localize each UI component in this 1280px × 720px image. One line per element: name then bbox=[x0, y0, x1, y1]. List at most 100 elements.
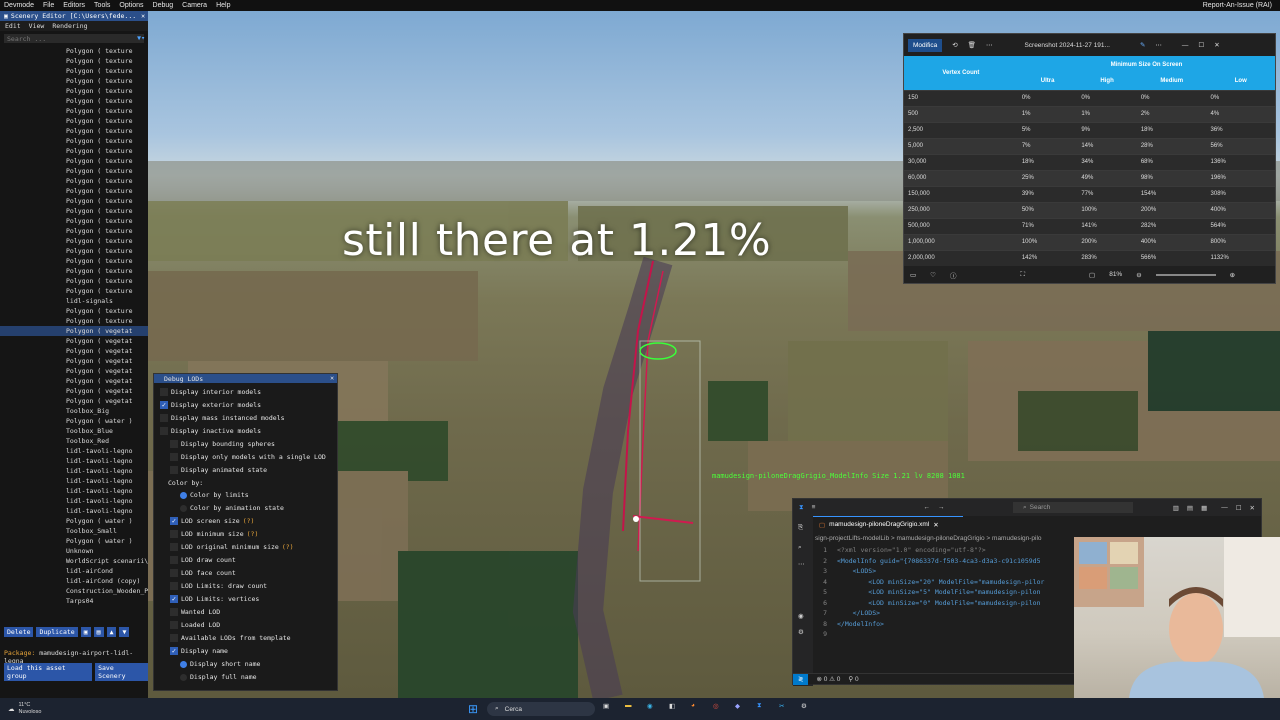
editor-tab[interactable]: ▢ mamudesign-piloneDragGrigio.xml ✕ bbox=[813, 516, 963, 532]
taskbar-search[interactable]: ⌕ Cerca bbox=[487, 702, 595, 716]
list-item[interactable]: Polygon ( texture bbox=[0, 156, 148, 166]
list-item[interactable]: Polygon ( texture bbox=[0, 176, 148, 186]
list-item[interactable]: lidl-tavoli-legno bbox=[0, 496, 148, 506]
checkbox[interactable] bbox=[170, 466, 178, 474]
vscode-search-input[interactable]: ⌕ Search bbox=[1013, 502, 1133, 513]
snip-icon[interactable]: ✂ bbox=[779, 702, 784, 710]
list-item[interactable]: Toolbox_Red bbox=[0, 436, 148, 446]
list-item[interactable]: Polygon ( water ) bbox=[0, 536, 148, 546]
list-item[interactable]: lidl-tavoli-legno bbox=[0, 456, 148, 466]
list-item[interactable]: lidl-airCond (copy) bbox=[0, 576, 148, 586]
list-item[interactable]: Toolbox_Small bbox=[0, 526, 148, 536]
devbar-item-devmode[interactable]: Devmode bbox=[4, 2, 34, 9]
list-item[interactable]: Polygon ( texture bbox=[0, 216, 148, 226]
list-item[interactable]: Polygon ( texture bbox=[0, 236, 148, 246]
debug-option[interactable]: Available LODs from template bbox=[170, 634, 291, 642]
debug-option[interactable]: Display short name bbox=[180, 660, 260, 668]
hamburger-menu-icon[interactable]: ≡ bbox=[812, 504, 816, 511]
code-line[interactable]: 7 </LODS> bbox=[815, 609, 1044, 620]
edge-icon[interactable]: ◉ bbox=[647, 702, 653, 710]
code-line[interactable]: 2 <ModelInfo guid="{7086337d-f503-4ca3-d3… bbox=[815, 557, 1044, 568]
list-item[interactable]: WorldScript scenarii\ bbox=[0, 556, 148, 566]
list-item[interactable]: Polygon ( texture bbox=[0, 266, 148, 276]
duplicate-button[interactable]: Duplicate bbox=[36, 627, 78, 637]
checkbox[interactable] bbox=[170, 621, 178, 629]
debug-option[interactable]: Loaded LOD bbox=[170, 621, 220, 629]
devbar-item-file[interactable]: File bbox=[43, 2, 54, 9]
move-down-icon[interactable]: ▼ bbox=[119, 627, 130, 637]
list-item[interactable]: Polygon ( texture bbox=[0, 86, 148, 96]
list-item[interactable]: Polygon ( vegetat bbox=[0, 396, 148, 406]
account-icon[interactable]: ◉ bbox=[793, 572, 813, 624]
minimize-icon[interactable]: — bbox=[1182, 42, 1189, 49]
list-item[interactable]: Construction_Wooden_P bbox=[0, 586, 148, 596]
list-item[interactable]: lidl-tavoli-legno bbox=[0, 446, 148, 456]
debug-option[interactable]: LOD Limits: draw count bbox=[170, 582, 267, 590]
checkbox[interactable] bbox=[160, 388, 168, 396]
file-explorer-icon[interactable]: ▬ bbox=[625, 702, 632, 709]
checkbox[interactable] bbox=[170, 608, 178, 616]
rotate-icon[interactable]: ⟲ bbox=[952, 41, 957, 49]
list-item[interactable]: Toolbox_Big bbox=[0, 406, 148, 416]
gear-icon[interactable]: ⚙ bbox=[801, 702, 807, 710]
menu-view[interactable]: View bbox=[29, 22, 45, 30]
list-item[interactable]: lidl-airCond bbox=[0, 566, 148, 576]
code-line[interactable]: 8 </ModelInfo> bbox=[815, 620, 1044, 631]
list-item[interactable]: Polygon ( texture bbox=[0, 96, 148, 106]
more-icon[interactable]: ⋯ bbox=[986, 41, 993, 49]
devbar-item-camera[interactable]: Camera bbox=[182, 2, 207, 9]
list-item[interactable]: Polygon ( water ) bbox=[0, 516, 148, 526]
debug-option[interactable]: Display interior models bbox=[160, 388, 261, 396]
checkbox[interactable]: ✓ bbox=[170, 647, 178, 655]
back-icon[interactable]: ← bbox=[923, 504, 930, 511]
debug-option[interactable]: ✓ Display name bbox=[170, 647, 228, 655]
remote-icon[interactable]: ≷ bbox=[793, 673, 809, 685]
debug-option[interactable]: Display mass instanced models bbox=[160, 414, 285, 422]
list-item[interactable]: Polygon ( texture bbox=[0, 206, 148, 216]
debug-option[interactable]: Display bounding spheres bbox=[170, 440, 275, 448]
checkbox[interactable] bbox=[170, 569, 178, 577]
checkbox[interactable] bbox=[170, 453, 178, 461]
list-item[interactable]: lidl-signals bbox=[0, 296, 148, 306]
list-item[interactable]: Polygon ( texture bbox=[0, 316, 148, 326]
save-scenery-button[interactable]: Save Scenery bbox=[95, 663, 148, 681]
checkbox[interactable] bbox=[160, 414, 168, 422]
list-item[interactable]: Polygon ( vegetat bbox=[0, 386, 148, 396]
start-icon[interactable]: ⊞ bbox=[468, 702, 478, 716]
code-line[interactable]: 3 <LODS> bbox=[815, 567, 1044, 578]
list-item[interactable]: lidl-tavoli-legno bbox=[0, 506, 148, 516]
checkbox[interactable] bbox=[170, 556, 178, 564]
debug-option[interactable]: ✓ LOD screen size (?) bbox=[170, 517, 254, 525]
checkbox[interactable]: ✓ bbox=[160, 401, 168, 409]
checkbox[interactable] bbox=[160, 427, 168, 435]
code-line[interactable]: 4 <LOD minSize="20" ModelFile="mamudesig… bbox=[815, 578, 1044, 589]
debug-option[interactable]: LOD original minimum size (?) bbox=[170, 543, 294, 551]
forward-icon[interactable]: → bbox=[938, 504, 945, 511]
list-item[interactable]: lidl-tavoli-legno bbox=[0, 476, 148, 486]
list-item[interactable]: Polygon ( texture bbox=[0, 276, 148, 286]
debug-option[interactable]: ✓ Display exterior models bbox=[160, 401, 261, 409]
layout-icon[interactable]: ▥ bbox=[1173, 504, 1179, 512]
list-item[interactable]: Polygon ( texture bbox=[0, 106, 148, 116]
list-item[interactable]: Polygon ( texture bbox=[0, 246, 148, 256]
close-icon[interactable]: ✕ bbox=[1214, 41, 1219, 49]
code-line[interactable]: 6 <LOD minSize="0" ModelFile="mamudesign… bbox=[815, 599, 1044, 610]
checkbox[interactable] bbox=[170, 634, 178, 642]
list-item[interactable]: Toolbox_Blue bbox=[0, 426, 148, 436]
list-item[interactable]: Polygon ( texture bbox=[0, 46, 148, 56]
checkbox[interactable] bbox=[170, 440, 178, 448]
help-icon[interactable]: (?) bbox=[247, 530, 259, 538]
code-line[interactable]: 9 bbox=[815, 630, 1044, 641]
layout-icon[interactable]: ▤ bbox=[1187, 504, 1193, 512]
delete-button[interactable]: Delete bbox=[4, 627, 34, 637]
help-icon[interactable]: (?) bbox=[243, 517, 255, 525]
minimize-icon[interactable]: — bbox=[1221, 504, 1228, 511]
close-icon[interactable]: ✕ bbox=[1250, 504, 1261, 512]
scenery-search-input[interactable]: Search ... ▼▾ bbox=[4, 34, 145, 43]
debug-option[interactable]: Color by animation state bbox=[180, 504, 284, 512]
maximize-icon[interactable]: ☐ bbox=[1198, 41, 1204, 49]
close-icon[interactable]: ✕ bbox=[330, 374, 334, 382]
list-item[interactable]: Polygon ( vegetat bbox=[0, 366, 148, 376]
debug-option[interactable]: LOD face count bbox=[170, 569, 236, 577]
debug-option[interactable]: Wanted LOD bbox=[170, 608, 220, 616]
